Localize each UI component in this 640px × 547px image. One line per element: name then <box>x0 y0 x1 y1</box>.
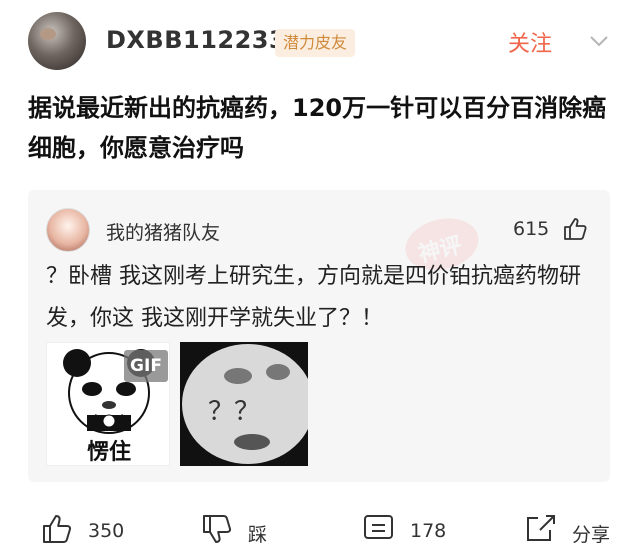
thumbs-up-icon <box>43 515 72 543</box>
share-icon <box>527 515 555 541</box>
thumbs-down-icon <box>203 515 232 543</box>
meme2-caption: ？？ <box>208 397 260 427</box>
share-label: 分享 <box>572 524 611 546</box>
comment-avatar[interactable] <box>46 208 90 252</box>
user-level-badge: 潜力皮友 <box>275 29 356 57</box>
chevron-down-icon[interactable] <box>588 30 610 52</box>
post-action-bar: 350 踩 178 分享 <box>0 508 640 546</box>
like-count: 350 <box>88 520 125 542</box>
dislike-label: 踩 <box>248 524 268 546</box>
meme-image-face[interactable]: ？？ <box>180 342 314 466</box>
gif-badge: GIF <box>124 350 168 382</box>
comment-like-count: 615 <box>513 218 550 240</box>
meme-caption: 愣住 <box>87 439 131 465</box>
comment-text: ？卧槽 我这刚考上研究生，方向就是四价铂抗癌药物研发，你这 我这刚开学就失业了？… <box>46 264 581 331</box>
comment-count: 178 <box>410 520 447 542</box>
follow-button[interactable]: 关注 <box>508 26 552 58</box>
avatar[interactable] <box>28 12 86 70</box>
comment-icon <box>364 515 393 539</box>
post-header: DXBB112233 潜力皮友 关注 <box>0 0 640 84</box>
question-face-icon: ？？ <box>180 342 314 466</box>
thumbs-up-icon[interactable] <box>562 216 588 242</box>
top-comment-card[interactable]: 我的猪猪队友 神评 615 ？卧槽 我这刚考上研究生，方向就是四价铂抗癌药物研发… <box>28 190 610 482</box>
post-username[interactable]: DXBB112233 <box>106 26 286 54</box>
post-title[interactable]: 据说最近新出的抗癌药，120万一针可以百分百消除癌细胞，你愿意治疗吗 <box>28 88 628 168</box>
comment-username[interactable]: 我的猪猪队友 <box>106 218 220 245</box>
